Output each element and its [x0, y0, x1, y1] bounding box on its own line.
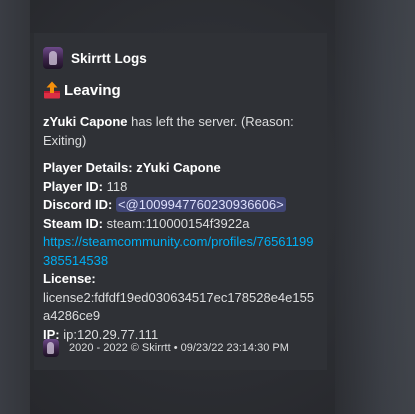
embed-author: Skirrtt Logs	[43, 47, 317, 69]
player-id-value: 118	[102, 178, 128, 194]
steam-id-line: Steam ID: steam:110000154f3922a	[43, 215, 317, 234]
footer-avatar-icon	[43, 339, 59, 357]
license-label: License:	[43, 271, 96, 286]
outbox-tray-icon	[44, 81, 60, 99]
log-embed: Skirrtt Logs Leaving zYuki Capone has le…	[30, 33, 327, 370]
embed-title: Leaving	[43, 80, 317, 100]
steam-profile-link[interactable]: https://steamcommunity.com/profiles/7656…	[43, 233, 317, 270]
discord-id-label: Discord ID:	[43, 197, 113, 212]
steam-id-label: Steam ID:	[43, 215, 103, 231]
steam-id-value: steam:110000154f3922a	[102, 215, 250, 231]
player-id-line: Player ID: 118	[43, 178, 317, 197]
license-value: license2:fdfdf19ed030634517ec178528e4e15…	[43, 289, 315, 324]
background-left-panel	[0, 0, 30, 414]
discord-user-mention[interactable]: <@1009947760230936606>	[115, 197, 286, 212]
player-details-label: Player Details:	[43, 160, 133, 175]
player-details-name: zYuki Capone	[132, 160, 221, 175]
embed-title-text: Leaving	[64, 81, 121, 99]
player-name: zYuki Capone	[43, 114, 128, 129]
author-avatar-icon	[43, 47, 63, 69]
embed-footer: 2020 - 2022 © Skirrtt • 09/23/22 23:14:3…	[43, 339, 289, 357]
author-name: Skirrtt Logs	[71, 50, 147, 66]
footer-text: 2020 - 2022 © Skirrtt • 09/23/22 23:14:3…	[69, 342, 289, 354]
embed-description: zYuki Capone has left the server. (Reaso…	[43, 113, 317, 344]
player-id-label: Player ID:	[43, 178, 103, 194]
leave-message: zYuki Capone has left the server. (Reaso…	[43, 113, 317, 150]
background-right-panel	[335, 0, 415, 414]
player-details-header: Player Details: zYuki Capone	[43, 159, 317, 178]
discord-id-line: Discord ID: <@1009947760230936606>	[43, 196, 317, 215]
